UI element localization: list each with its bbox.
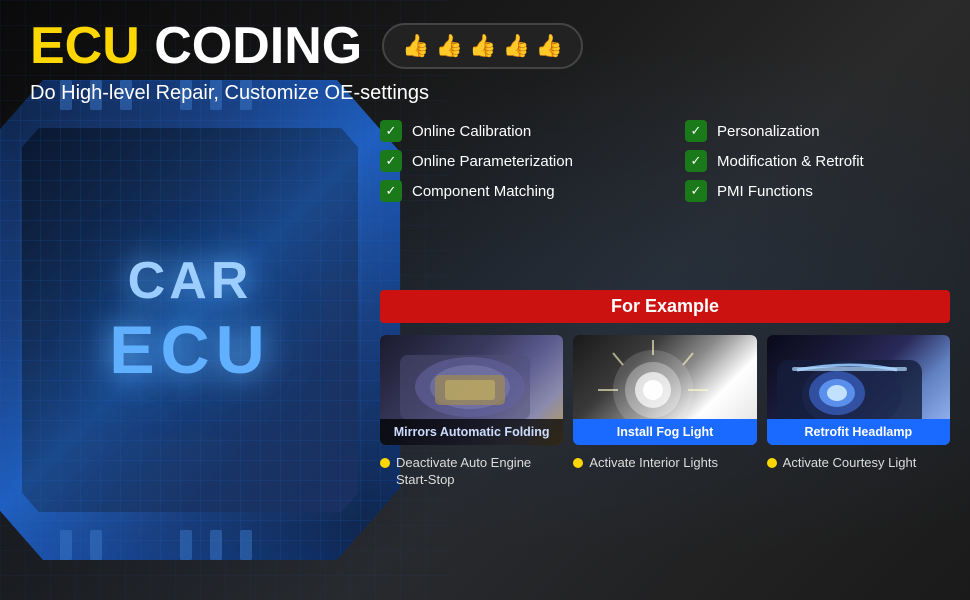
thumb-3: 👍 bbox=[469, 33, 496, 59]
subtitle: Do High-level Repair, Customize OE-setti… bbox=[30, 82, 970, 105]
for-example-header: For Example bbox=[380, 290, 950, 323]
extra-item-deactivate: Deactivate Auto Engine Start-Stop bbox=[380, 455, 563, 489]
chip-ecu-label: ECU bbox=[109, 311, 271, 389]
example-card-headlamp: Retrofit Headlamp bbox=[767, 335, 950, 445]
title-coding: CODING bbox=[154, 17, 362, 75]
features-section: ✓ Online Calibration ✓ Personalization ✓… bbox=[380, 120, 950, 218]
header: ECU CODING 👍 👍 👍 👍 👍 bbox=[30, 20, 970, 72]
check-icon-4: ✓ bbox=[685, 120, 707, 142]
for-example-section: For Example Mirrors Automatic Folding bbox=[380, 290, 950, 489]
feature-pmi-functions: ✓ PMI Functions bbox=[685, 180, 950, 202]
extra-item-interior: Activate Interior Lights bbox=[573, 455, 756, 489]
example-card-mirrors: Mirrors Automatic Folding bbox=[380, 335, 563, 445]
thumb-4: 👍 bbox=[502, 33, 529, 59]
thumb-2: 👍 bbox=[436, 33, 463, 59]
dot-icon-2 bbox=[573, 458, 583, 468]
check-icon-1: ✓ bbox=[380, 120, 402, 142]
main-content: ECU CODING 👍 👍 👍 👍 👍 Do High-level Repai… bbox=[0, 20, 970, 125]
thumb-1: 👍 bbox=[402, 33, 429, 59]
feature-modification-retrofit: ✓ Modification & Retrofit bbox=[685, 150, 950, 172]
check-icon-2: ✓ bbox=[380, 150, 402, 172]
feature-component-matching: ✓ Component Matching bbox=[380, 180, 645, 202]
fog-label: Install Fog Light bbox=[573, 419, 756, 445]
feature-online-calibration: ✓ Online Calibration bbox=[380, 120, 645, 142]
extra-item-courtesy: Activate Courtesy Light bbox=[767, 455, 950, 489]
check-icon-6: ✓ bbox=[685, 180, 707, 202]
examples-grid: Mirrors Automatic Folding bbox=[380, 335, 950, 445]
dot-icon-1 bbox=[380, 458, 390, 468]
main-container: CAR ECU ECU CODING 👍 👍 👍 👍 👍 Do High-lev… bbox=[0, 0, 970, 600]
mirrors-label: Mirrors Automatic Folding bbox=[380, 419, 563, 445]
example-card-fog: Install Fog Light bbox=[573, 335, 756, 445]
title-ecu: ECU bbox=[30, 17, 140, 75]
chip-car-label: CAR bbox=[109, 251, 271, 311]
thumbs-badge: 👍 👍 👍 👍 👍 bbox=[382, 23, 583, 69]
ecu-chip-visual: CAR ECU bbox=[0, 80, 400, 560]
thumb-5: 👍 bbox=[536, 33, 563, 59]
extra-items: Deactivate Auto Engine Start-Stop Activa… bbox=[380, 455, 950, 489]
check-icon-5: ✓ bbox=[685, 150, 707, 172]
main-title: ECU CODING bbox=[30, 20, 362, 72]
features-grid: ✓ Online Calibration ✓ Personalization ✓… bbox=[380, 120, 950, 202]
feature-online-parameterization: ✓ Online Parameterization bbox=[380, 150, 645, 172]
check-icon-3: ✓ bbox=[380, 180, 402, 202]
dot-icon-3 bbox=[767, 458, 777, 468]
feature-personalization: ✓ Personalization bbox=[685, 120, 950, 142]
headlamp-label: Retrofit Headlamp bbox=[767, 419, 950, 445]
chip-text: CAR ECU bbox=[109, 251, 271, 389]
